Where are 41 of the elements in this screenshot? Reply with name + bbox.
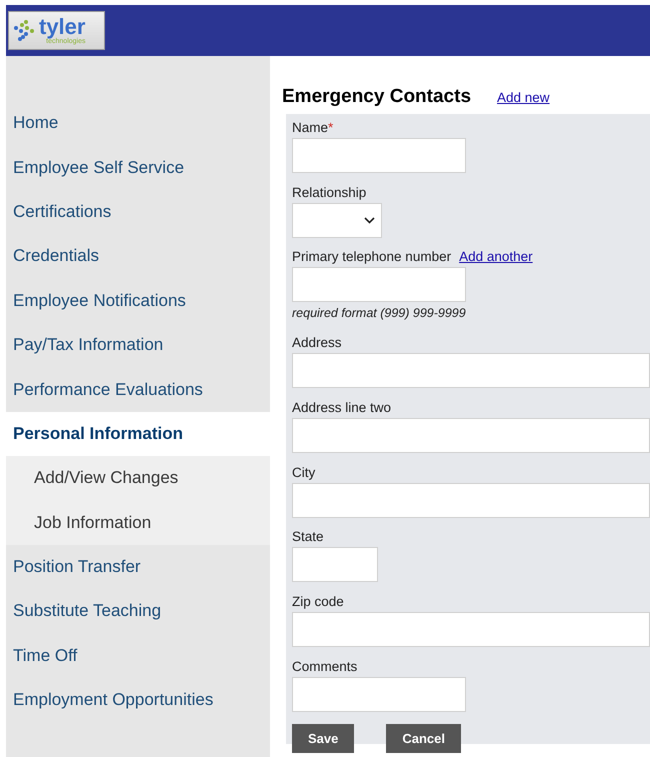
- add-another-link[interactable]: Add another: [459, 249, 533, 264]
- add-new-link[interactable]: Add new: [497, 90, 550, 105]
- cancel-button[interactable]: Cancel: [386, 724, 462, 752]
- nav-item[interactable]: Substitute Teaching: [6, 589, 270, 634]
- field-label: Relationship: [292, 184, 366, 200]
- input-field[interactable]: [292, 353, 650, 388]
- select-field[interactable]: [292, 202, 382, 238]
- input-field[interactable]: [292, 267, 466, 302]
- nav-item[interactable]: Employee Notifications: [6, 278, 270, 323]
- logo-name: tyler: [39, 16, 86, 38]
- logo-icon: [13, 18, 36, 42]
- nav-item[interactable]: Add/View Changes: [6, 456, 270, 501]
- nav-item[interactable]: Pay/Tax Information: [6, 322, 270, 368]
- page-title: Emergency Contacts: [282, 86, 472, 108]
- input-field[interactable]: [292, 418, 650, 454]
- field-label: City: [292, 464, 316, 480]
- nav-item[interactable]: Time Off: [6, 634, 270, 678]
- input-field[interactable]: [292, 482, 650, 518]
- field-label: Comments: [292, 658, 358, 674]
- field-label: Zip code: [292, 594, 344, 610]
- nav-item[interactable]: Credentials: [6, 234, 270, 279]
- nav-item[interactable]: Employment Opportunities: [6, 678, 270, 722]
- field-label: Address line two: [292, 400, 392, 416]
- input-field[interactable]: [292, 547, 378, 582]
- nav-item[interactable]: Employee Self Service: [6, 145, 270, 190]
- field-label: Address: [292, 335, 342, 350]
- input-field[interactable]: [292, 612, 650, 648]
- nav-item[interactable]: Position Transfer: [6, 544, 270, 590]
- field-label: State: [292, 529, 324, 544]
- nav-item[interactable]: Performance Evaluations: [6, 367, 270, 412]
- nav-item[interactable]: Personal Information: [6, 412, 270, 456]
- field-label: Primary telephone number: [292, 249, 452, 264]
- nav-item[interactable]: Certifications: [6, 190, 270, 234]
- nav-item[interactable]: Job Information: [6, 500, 270, 545]
- field-label: Name*: [292, 120, 334, 135]
- input-field[interactable]: [292, 676, 466, 712]
- field-hint: required format (999) 999-9999: [292, 306, 467, 320]
- save-button[interactable]: Save: [292, 724, 354, 752]
- nav-item[interactable]: Home: [6, 101, 270, 146]
- input-field[interactable]: [292, 138, 466, 173]
- chevron-down-icon: [364, 216, 375, 224]
